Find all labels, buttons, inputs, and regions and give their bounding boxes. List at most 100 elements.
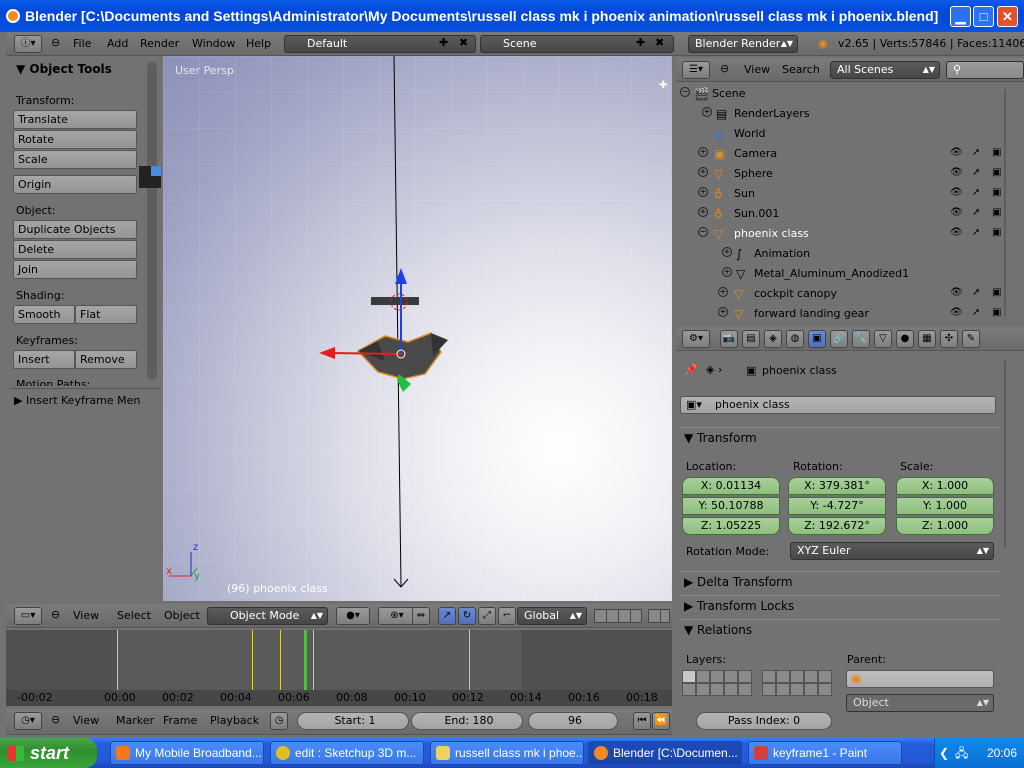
layer-buttons-viewport[interactable] bbox=[594, 609, 642, 623]
3d-viewport[interactable]: User Persp z x y (96) phoenix class ✚ bbox=[163, 56, 672, 601]
restrict-render-icon[interactable]: ▣ bbox=[992, 307, 1001, 318]
eye-icon[interactable]: 👁 bbox=[950, 227, 963, 238]
eye-icon[interactable]: 👁 bbox=[950, 147, 963, 158]
scene-tab-icon[interactable]: ◈ bbox=[764, 330, 782, 348]
properties-scrollbar[interactable] bbox=[1004, 359, 1006, 549]
network-icon[interactable]: 🖧 bbox=[955, 738, 968, 768]
rotate-manipulator-icon[interactable]: ↻ bbox=[458, 607, 476, 625]
pivot-point-icon[interactable]: ⊕▾ bbox=[378, 607, 416, 625]
outliner-display-select[interactable]: All Scenes ▲▼ bbox=[830, 61, 940, 79]
layer-toggle[interactable] bbox=[696, 670, 710, 683]
object-name-field[interactable]: phoenix class bbox=[680, 396, 996, 414]
transform-panel-header[interactable]: ▼ Transform bbox=[680, 427, 1000, 447]
layer-toggle[interactable] bbox=[710, 670, 724, 683]
scale-z-field[interactable]: Z: 1.000 bbox=[896, 517, 994, 535]
timeline-menu-view[interactable]: View bbox=[73, 714, 99, 727]
menu-file[interactable]: File bbox=[73, 37, 91, 50]
outliner-row-animation[interactable]: + ∫ Animation bbox=[676, 244, 1006, 264]
taskbar-item-paint[interactable]: keyframe1 - Paint bbox=[748, 741, 902, 765]
layer-buttons-viewport-2[interactable] bbox=[648, 609, 670, 623]
remove-keyframe-button[interactable]: Remove bbox=[75, 350, 137, 369]
layer-toggle[interactable] bbox=[762, 670, 776, 683]
outliner-row-scene[interactable]: − 🎬 Scene bbox=[676, 84, 1006, 104]
add-layout-icon[interactable]: ✚ bbox=[439, 36, 448, 49]
join-button[interactable]: Join bbox=[13, 260, 137, 279]
mode-select[interactable]: Object Mode ▲▼ bbox=[207, 607, 328, 625]
remove-layout-icon[interactable]: ✖ bbox=[459, 36, 468, 49]
outliner-collapse-icon[interactable]: ⊖ bbox=[720, 62, 729, 75]
layer-toggle[interactable] bbox=[804, 683, 818, 696]
pin-icon[interactable]: 📌 bbox=[684, 363, 698, 376]
outliner-menu-search[interactable]: Search bbox=[782, 63, 820, 76]
menu-add[interactable]: Add bbox=[107, 37, 128, 50]
x-arrow-icon[interactable] bbox=[319, 347, 335, 359]
window-titlebar[interactable]: Blender [C:\Documents and Settings\Admin… bbox=[0, 0, 1024, 32]
layer-toggle[interactable] bbox=[790, 683, 804, 696]
eye-icon[interactable]: 👁 bbox=[950, 207, 963, 218]
expand-icon[interactable]: + bbox=[698, 187, 708, 197]
viewport-menu-view[interactable]: View bbox=[73, 609, 99, 622]
insert-keyframe-menu-panel[interactable]: ▶ Insert Keyframe Men bbox=[14, 394, 140, 407]
restrict-render-icon[interactable]: ▣ bbox=[992, 167, 1001, 178]
jump-start-icon[interactable]: ⏮ bbox=[633, 712, 651, 730]
current-frame-indicator[interactable] bbox=[304, 630, 307, 690]
layer-toggle[interactable] bbox=[818, 670, 832, 683]
layer-toggle[interactable] bbox=[804, 670, 818, 683]
texture-tab-icon[interactable]: ▦ bbox=[918, 330, 936, 348]
layer-toggle[interactable] bbox=[738, 670, 752, 683]
eye-icon[interactable]: 👁 bbox=[950, 167, 963, 178]
world-tab-icon[interactable]: ◍ bbox=[786, 330, 804, 348]
remove-scene-icon[interactable]: ✖ bbox=[655, 36, 664, 49]
maximize-button[interactable]: □ bbox=[973, 6, 994, 27]
object-tools-header[interactable]: ▼ Object Tools bbox=[16, 62, 112, 76]
rotation-z-field[interactable]: Z: 192.672° bbox=[788, 517, 886, 535]
viewport-shading-icon[interactable]: ●▾ bbox=[336, 607, 370, 625]
rotation-y-field[interactable]: Y: -4.727° bbox=[788, 497, 886, 515]
outliner-row-material[interactable]: + ▽ Metal_Aluminum_Anodized1 bbox=[676, 264, 1006, 284]
translate-manipulator-icon[interactable]: ↗ bbox=[438, 607, 456, 625]
pass-index-field[interactable]: Pass Index: 0 bbox=[696, 712, 832, 730]
location-x-field[interactable]: X: 0.01134 bbox=[682, 477, 780, 495]
translate-button[interactable]: Translate bbox=[13, 110, 137, 129]
camera-object[interactable] bbox=[371, 297, 419, 305]
physics-tab-icon[interactable]: ✎ bbox=[962, 330, 980, 348]
toolshelf-scrollbar[interactable] bbox=[147, 62, 157, 380]
restrict-render-icon[interactable]: ▣ bbox=[992, 287, 1001, 298]
material-tab-icon[interactable]: ● bbox=[896, 330, 914, 348]
viewport-menu-object[interactable]: Object bbox=[164, 609, 200, 622]
duplicate-objects-button[interactable]: Duplicate Objects bbox=[13, 220, 137, 239]
taskbar-item-broadband[interactable]: My Mobile Broadband... bbox=[110, 741, 264, 765]
layer-toggle[interactable] bbox=[724, 683, 738, 696]
delete-button[interactable]: Delete bbox=[13, 240, 137, 259]
scale-manipulator-icon[interactable]: ⤢ bbox=[478, 607, 496, 625]
delta-transform-panel-header[interactable]: ▶ Delta Transform bbox=[680, 571, 1000, 591]
taskbar-item-folder[interactable]: russell class mk i phoe... bbox=[430, 741, 584, 765]
restrict-render-icon[interactable]: ▣ bbox=[992, 227, 1001, 238]
layer-toggle[interactable] bbox=[724, 670, 738, 683]
timeline-menu-marker[interactable]: Marker bbox=[116, 714, 154, 727]
layer-toggle[interactable] bbox=[776, 683, 790, 696]
add-scene-icon[interactable]: ✚ bbox=[636, 36, 645, 49]
timeline-editor[interactable]: -00:02 00:00 00:02 00:04 00:06 00:08 00:… bbox=[6, 630, 672, 706]
timeline-collapse-icon[interactable]: ⊖ bbox=[51, 713, 60, 726]
current-frame-field[interactable]: 96 bbox=[528, 712, 618, 730]
viewport-add-icon[interactable]: ✚ bbox=[659, 80, 671, 92]
render-layers-tab-icon[interactable]: ▤ bbox=[742, 330, 760, 348]
expand-icon[interactable]: + bbox=[698, 167, 708, 177]
manipulator-toggle-icon[interactable]: ⇔ bbox=[412, 607, 430, 625]
timeline-menu-frame[interactable]: Frame bbox=[163, 714, 197, 727]
eye-icon[interactable]: 👁 bbox=[950, 307, 963, 318]
object-tab-icon[interactable]: ▣ bbox=[808, 330, 826, 348]
restrict-select-icon[interactable]: ➚ bbox=[972, 147, 980, 158]
tray-expand-icon[interactable]: ❮ bbox=[939, 738, 949, 768]
panel-resize-handle[interactable] bbox=[139, 166, 161, 188]
collapse-icon[interactable]: − bbox=[680, 87, 690, 97]
menu-render[interactable]: Render bbox=[140, 37, 179, 50]
layer-toggle[interactable] bbox=[776, 670, 790, 683]
smooth-button[interactable]: Smooth bbox=[13, 305, 75, 324]
layer-toggle[interactable] bbox=[762, 683, 776, 696]
taskbar-item-blender[interactable]: Blender [C:\Documen... bbox=[588, 741, 742, 765]
timeline-editor-type-icon[interactable]: ◷▾ bbox=[14, 712, 42, 730]
menu-help[interactable]: Help bbox=[246, 37, 271, 50]
restrict-select-icon[interactable]: ➚ bbox=[972, 167, 980, 178]
